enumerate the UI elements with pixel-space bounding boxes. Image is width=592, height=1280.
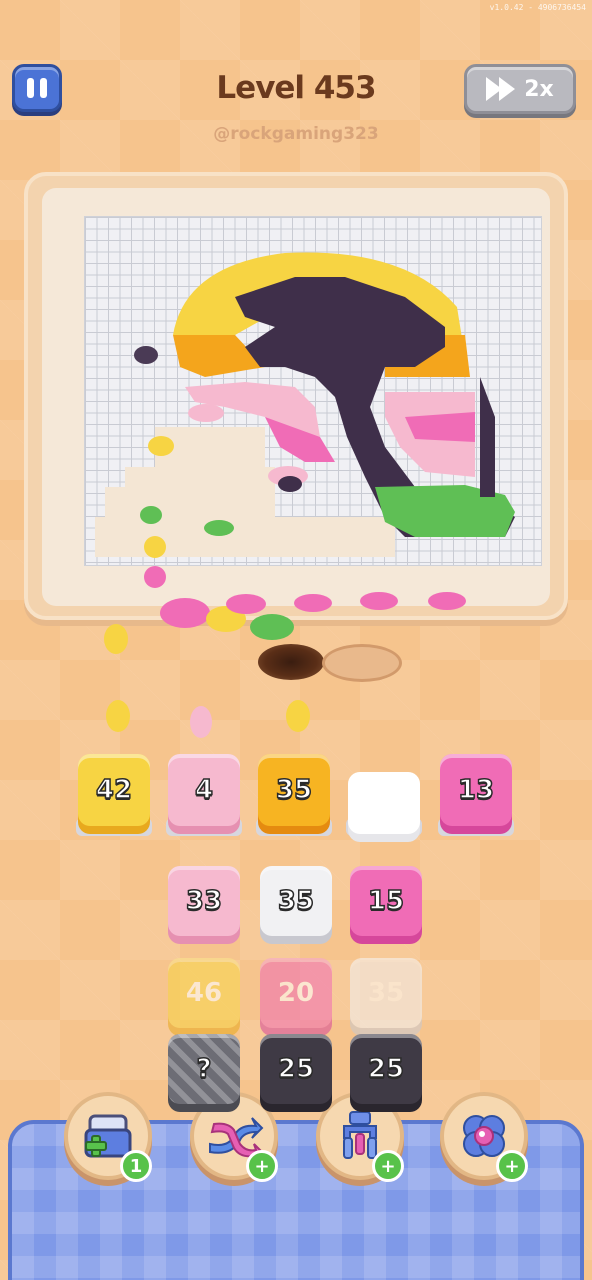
ant (188, 404, 224, 422)
ant (204, 520, 234, 536)
add-slot-count-badge: 1 (120, 1150, 152, 1182)
ant (140, 506, 162, 524)
ant (160, 598, 210, 628)
pixel-art-board (24, 172, 568, 620)
ant (294, 594, 332, 612)
ant-hole (258, 644, 324, 680)
collector-slot: 13 (440, 754, 512, 826)
ant (144, 566, 166, 588)
ant (286, 700, 310, 732)
ant (144, 536, 166, 558)
shuffle-booster-button[interactable]: + (190, 1092, 278, 1182)
collector-slot (348, 772, 420, 834)
shuffle-add-badge: + (246, 1150, 278, 1182)
speed-label: 2x (524, 76, 554, 102)
color-stack[interactable]: ? (168, 1034, 240, 1104)
collector-slot: 42 (78, 754, 150, 826)
ant (226, 594, 266, 614)
ant (106, 700, 130, 732)
ant (104, 624, 128, 654)
ant (190, 706, 212, 738)
color-stack[interactable]: 25 (260, 1034, 332, 1104)
ant (250, 614, 294, 640)
magnet-booster-button[interactable]: + (316, 1092, 404, 1182)
color-stack: 46 (168, 958, 240, 1028)
color-stack[interactable]: 33 (168, 866, 240, 936)
speed-toggle-button[interactable]: 2x (464, 64, 576, 114)
hole-lid (322, 644, 402, 682)
board-inner (42, 188, 550, 606)
add-slot-booster-button[interactable]: 1 (64, 1092, 152, 1182)
color-stack: 35 (350, 958, 422, 1028)
ant (428, 592, 466, 610)
ant (134, 346, 158, 364)
ant (148, 436, 174, 456)
color-stack[interactable]: 15 (350, 866, 422, 936)
color-stack: 20 (260, 958, 332, 1028)
build-version: v1.0.42 - 4906736454 (489, 3, 586, 12)
username-watermark: @rockgaming323 (213, 124, 379, 144)
hint-booster-button[interactable]: + (440, 1092, 528, 1182)
ant (278, 476, 302, 492)
collector-slot: 35 (258, 754, 330, 826)
fast-forward-icon (486, 77, 516, 101)
ant (360, 592, 398, 610)
collector-slot: 4 (168, 754, 240, 826)
color-stack[interactable]: 35 (260, 866, 332, 936)
color-stack[interactable]: 25 (350, 1034, 422, 1104)
hint-add-badge: + (496, 1150, 528, 1182)
magnet-add-badge: + (372, 1150, 404, 1182)
